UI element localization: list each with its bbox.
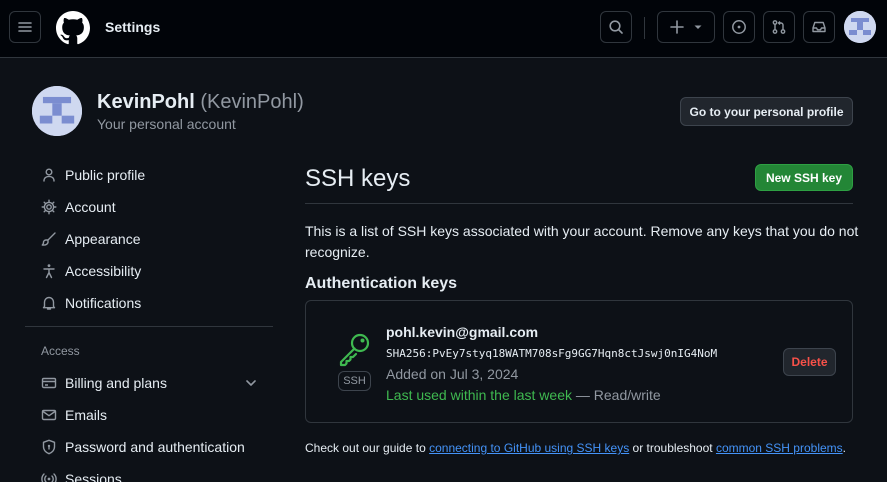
help-note-suffix: . bbox=[842, 441, 847, 455]
sidebar-item-label: Appearance bbox=[65, 231, 141, 247]
issue-opened-icon bbox=[732, 20, 746, 34]
sidebar-item-accessibility[interactable]: Accessibility bbox=[30, 256, 274, 286]
create-new-button[interactable] bbox=[657, 11, 715, 43]
ssh-troubleshoot-link[interactable]: common SSH problems bbox=[716, 441, 843, 455]
person-icon bbox=[40, 166, 58, 184]
identicon-avatar bbox=[32, 86, 82, 136]
go-to-profile-button[interactable]: Go to your personal profile bbox=[680, 97, 853, 126]
chevron-down-icon[interactable] bbox=[244, 376, 258, 390]
page-title: SSH keys bbox=[305, 165, 411, 192]
key-last-used-text: Last used within the last week bbox=[386, 387, 572, 403]
plus-icon bbox=[670, 20, 684, 34]
app-header: Settings bbox=[0, 0, 887, 58]
delete-key-button[interactable]: Delete bbox=[783, 348, 836, 376]
sidebar-item-public-profile[interactable]: Public profile bbox=[30, 160, 274, 190]
key-last-used: Last used within the last week — Read/wr… bbox=[386, 387, 661, 403]
pull-requests-button[interactable] bbox=[763, 11, 795, 43]
profile-display-name: KevinPohl bbox=[97, 91, 195, 113]
bell-icon bbox=[40, 294, 58, 312]
user-avatar[interactable] bbox=[844, 11, 876, 43]
key-title: pohl.kevin@gmail.com bbox=[386, 324, 539, 340]
sidebar-item-label: Account bbox=[65, 199, 116, 215]
header-divider bbox=[644, 17, 645, 39]
paintbrush-icon bbox=[40, 230, 58, 248]
sidebar-item-label: Sessions bbox=[65, 471, 122, 482]
inbox-icon bbox=[812, 21, 826, 33]
ssh-guide-link[interactable]: connecting to GitHub using SSH keys bbox=[429, 441, 629, 455]
new-ssh-key-button[interactable]: New SSH key bbox=[755, 164, 853, 191]
section-heading: Authentication keys bbox=[305, 275, 458, 292]
key-icon bbox=[339, 333, 370, 367]
search-icon bbox=[609, 20, 623, 34]
key-fingerprint: SHA256:PvEy7styq18WATM708sFg9GG7Hqn8ctJs… bbox=[386, 347, 718, 360]
profile-name: KevinPohl (KevinPohl) bbox=[97, 91, 304, 114]
sidebar-divider bbox=[25, 326, 273, 327]
gear-icon bbox=[40, 198, 58, 216]
sidebar-item-label: Notifications bbox=[65, 295, 142, 311]
sidebar-item-label: Billing and plans bbox=[65, 375, 167, 391]
sidebar-item-emails[interactable]: Emails bbox=[30, 400, 274, 430]
inbox-button[interactable] bbox=[803, 11, 835, 43]
sidebar-item-password-and-authentication[interactable]: Password and authentication bbox=[30, 432, 274, 462]
sidebar-group-heading: Access bbox=[41, 344, 80, 358]
sidebar-item-label: Password and authentication bbox=[65, 439, 245, 455]
page-context-title: Settings bbox=[105, 19, 161, 35]
profile-login: (KevinPohl) bbox=[200, 91, 304, 113]
help-note-middle: or troubleshoot bbox=[632, 441, 713, 455]
profile-subtitle: Your personal account bbox=[97, 116, 236, 132]
issues-button[interactable] bbox=[723, 11, 755, 43]
search-button[interactable] bbox=[600, 11, 632, 43]
credit-card-icon bbox=[40, 374, 58, 392]
help-note: Check out our guide to connecting to Git… bbox=[305, 441, 846, 455]
sidebar-item-notifications[interactable]: Notifications bbox=[30, 288, 274, 318]
hamburger-icon bbox=[18, 22, 32, 32]
key-added-date: Added on Jul 3, 2024 bbox=[386, 366, 519, 382]
profile-avatar bbox=[32, 86, 82, 136]
triangle-down-icon bbox=[694, 25, 702, 29]
sidebar-item-account[interactable]: Account bbox=[30, 192, 274, 222]
broadcast-icon bbox=[40, 470, 58, 482]
title-divider bbox=[305, 203, 853, 204]
github-octocat-icon[interactable] bbox=[56, 11, 90, 45]
sidebar-item-sessions[interactable]: Sessions bbox=[30, 464, 274, 482]
key-access-level: — Read/write bbox=[575, 387, 661, 403]
shield-lock-icon bbox=[40, 438, 58, 456]
key-type-label: SSH bbox=[338, 371, 371, 391]
git-pull-request-icon bbox=[772, 20, 786, 34]
sidebar-item-label: Emails bbox=[65, 407, 108, 423]
ssh-key-list-item: SSH pohl.kevin@gmail.com SHA256:PvEy7sty… bbox=[305, 300, 853, 423]
sidebar-item-label: Public profile bbox=[65, 167, 146, 183]
help-note-prefix: Check out our guide to bbox=[305, 441, 426, 455]
sidebar-item-label: Accessibility bbox=[65, 263, 142, 279]
mail-icon bbox=[40, 406, 58, 424]
accessibility-icon bbox=[40, 262, 58, 280]
menu-button[interactable] bbox=[9, 11, 41, 43]
sidebar-item-billing[interactable]: Billing and plans bbox=[30, 368, 274, 398]
identicon-avatar bbox=[844, 11, 876, 43]
page-description: This is a list of SSH keys associated wi… bbox=[305, 223, 859, 260]
sidebar-item-appearance[interactable]: Appearance bbox=[30, 224, 274, 254]
